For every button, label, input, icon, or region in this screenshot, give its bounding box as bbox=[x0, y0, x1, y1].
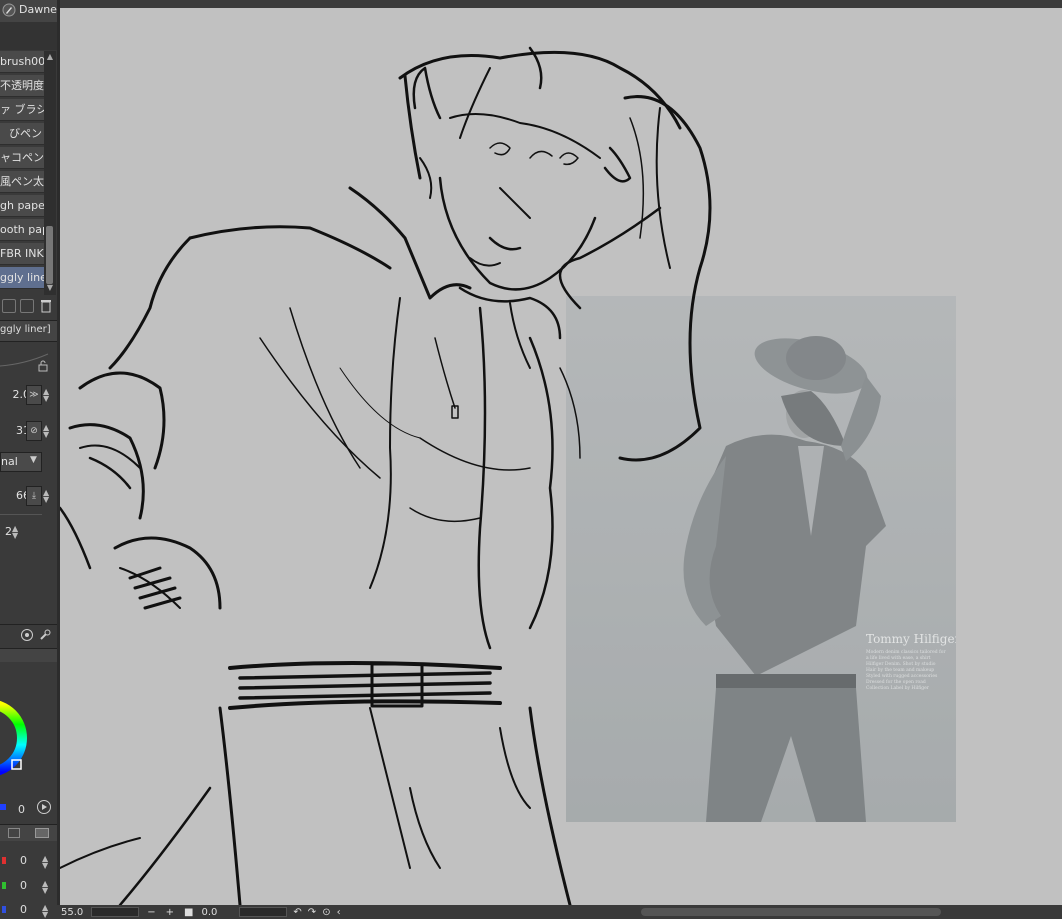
green-spinner[interactable]: ▲ ▼ bbox=[42, 880, 48, 895]
duplicate-icon[interactable] bbox=[20, 299, 34, 313]
density-download-icon[interactable]: ⤓ bbox=[26, 486, 42, 506]
opacity-spinner[interactable]: ▲ ▼ bbox=[43, 424, 49, 439]
settings-dial-icon[interactable] bbox=[20, 628, 34, 642]
blend-mode-text: nal bbox=[1, 455, 18, 468]
brush-list-actions bbox=[0, 296, 57, 316]
scroll-down-arrow[interactable]: ▼ bbox=[45, 283, 55, 293]
brush-item[interactable]: FBR INK bbox=[0, 243, 44, 265]
color-slider-tab-icon[interactable] bbox=[35, 828, 49, 838]
brush-item[interactable]: brush006 bbox=[0, 51, 44, 73]
rgb-row-g[interactable]: 0 ▲ ▼ bbox=[0, 876, 57, 896]
scroll-up-arrow[interactable]: ▲ bbox=[45, 52, 55, 62]
pen-icon bbox=[2, 3, 16, 17]
size-menu-icon[interactable]: ≫ bbox=[26, 385, 42, 405]
brush-item[interactable]: びペン bbox=[0, 123, 44, 145]
drawing-canvas[interactable]: Tommy Hilfiger Modern denim classics tai… bbox=[60, 8, 1062, 905]
blue-value: 0 bbox=[18, 803, 25, 816]
sketch-lineart bbox=[60, 46, 712, 905]
chevron-left-icon[interactable]: ‹ bbox=[337, 907, 341, 918]
brush-size-spinner[interactable]: ▲ ▼ bbox=[43, 388, 49, 403]
blue-channel-value: 0 bbox=[20, 903, 27, 916]
stabilization-text: 2 bbox=[5, 525, 12, 538]
brush-item[interactable]: ャコペン bbox=[0, 147, 44, 169]
lock-icon[interactable] bbox=[38, 360, 48, 372]
stop-icon[interactable]: ■ bbox=[184, 907, 193, 918]
left-panel: Dawne brush006不透明度ァ ブラシびペンャコペン風ペン太gh pap… bbox=[0, 0, 58, 919]
brush-item[interactable]: ooth pap bbox=[0, 219, 44, 241]
rotation-value[interactable]: 0.0 bbox=[202, 907, 218, 918]
green-value: 0 bbox=[20, 879, 27, 892]
brush-item[interactable]: ァ ブラシ bbox=[0, 99, 44, 121]
rotate-left-icon[interactable]: ↶ bbox=[293, 907, 301, 918]
color-set-tab-icon[interactable] bbox=[8, 828, 20, 838]
reset-rotation-icon[interactable]: ⊙ bbox=[322, 907, 330, 918]
brush-item[interactable]: ggly liner bbox=[0, 267, 44, 289]
stabilization-spinner[interactable]: ▲ ▼ bbox=[12, 525, 18, 540]
color-tabs bbox=[0, 824, 57, 841]
subtool-detail-actions bbox=[0, 624, 57, 645]
zoom-slider[interactable] bbox=[91, 907, 140, 917]
color-wheel[interactable] bbox=[0, 662, 57, 822]
tool-header: Dawne bbox=[0, 0, 57, 23]
panel-spacer bbox=[0, 22, 57, 50]
zoom-value[interactable]: 55.0 bbox=[61, 907, 83, 918]
tool-name[interactable]: Dawne bbox=[19, 3, 57, 16]
trash-icon[interactable] bbox=[39, 298, 53, 313]
wrench-icon[interactable] bbox=[38, 628, 52, 642]
rgb-row-r[interactable]: 0 ▲ ▼ bbox=[0, 851, 57, 871]
red-value: 0 bbox=[20, 854, 27, 867]
brush-list-scrollbar[interactable]: ▲ ▼ bbox=[44, 51, 56, 295]
status-bar: 55.0 − + ■ 0.0 ↶ ↷ ⊙ ‹ bbox=[57, 905, 1062, 919]
rotation-slider[interactable] bbox=[239, 907, 288, 917]
zoom-in-icon[interactable]: + bbox=[166, 907, 174, 918]
red-spinner[interactable]: ▲ ▼ bbox=[42, 855, 48, 870]
scroll-thumb[interactable] bbox=[46, 226, 53, 284]
download-icon[interactable] bbox=[2, 299, 16, 313]
opacity-toggle-icon[interactable]: ⊘ bbox=[26, 421, 42, 441]
play-icon[interactable] bbox=[36, 799, 52, 815]
red-swatch bbox=[2, 857, 6, 864]
brush-stroke-preview bbox=[0, 342, 57, 378]
divider bbox=[0, 514, 42, 515]
subtool-detail-header: ggly liner] bbox=[0, 320, 57, 342]
blue-channel-swatch bbox=[2, 906, 6, 913]
title-strip bbox=[0, 0, 1062, 8]
blend-mode-select[interactable]: nal ▼ bbox=[0, 452, 42, 472]
brush-item[interactable]: gh pape bbox=[0, 195, 44, 217]
horizontal-scrollbar[interactable] bbox=[640, 908, 941, 916]
rgb-row-b[interactable]: 0 ▲ ▼ bbox=[0, 900, 57, 919]
blue-swatch bbox=[0, 804, 6, 810]
chevron-down-icon: ▼ bbox=[30, 455, 37, 465]
brush-item[interactable]: 不透明度 bbox=[0, 75, 44, 97]
zoom-out-icon[interactable]: − bbox=[147, 907, 155, 918]
color-wheel-panel: 0 bbox=[0, 662, 57, 822]
rotate-right-icon[interactable]: ↷ bbox=[308, 907, 316, 918]
brush-item[interactable]: 風ペン太 bbox=[0, 171, 44, 193]
density-spinner[interactable]: ▲ ▼ bbox=[43, 489, 49, 504]
subtool-detail-title: ggly liner] bbox=[0, 324, 51, 335]
blue-channel-spinner[interactable]: ▲ ▼ bbox=[42, 904, 48, 919]
green-swatch bbox=[2, 882, 6, 889]
